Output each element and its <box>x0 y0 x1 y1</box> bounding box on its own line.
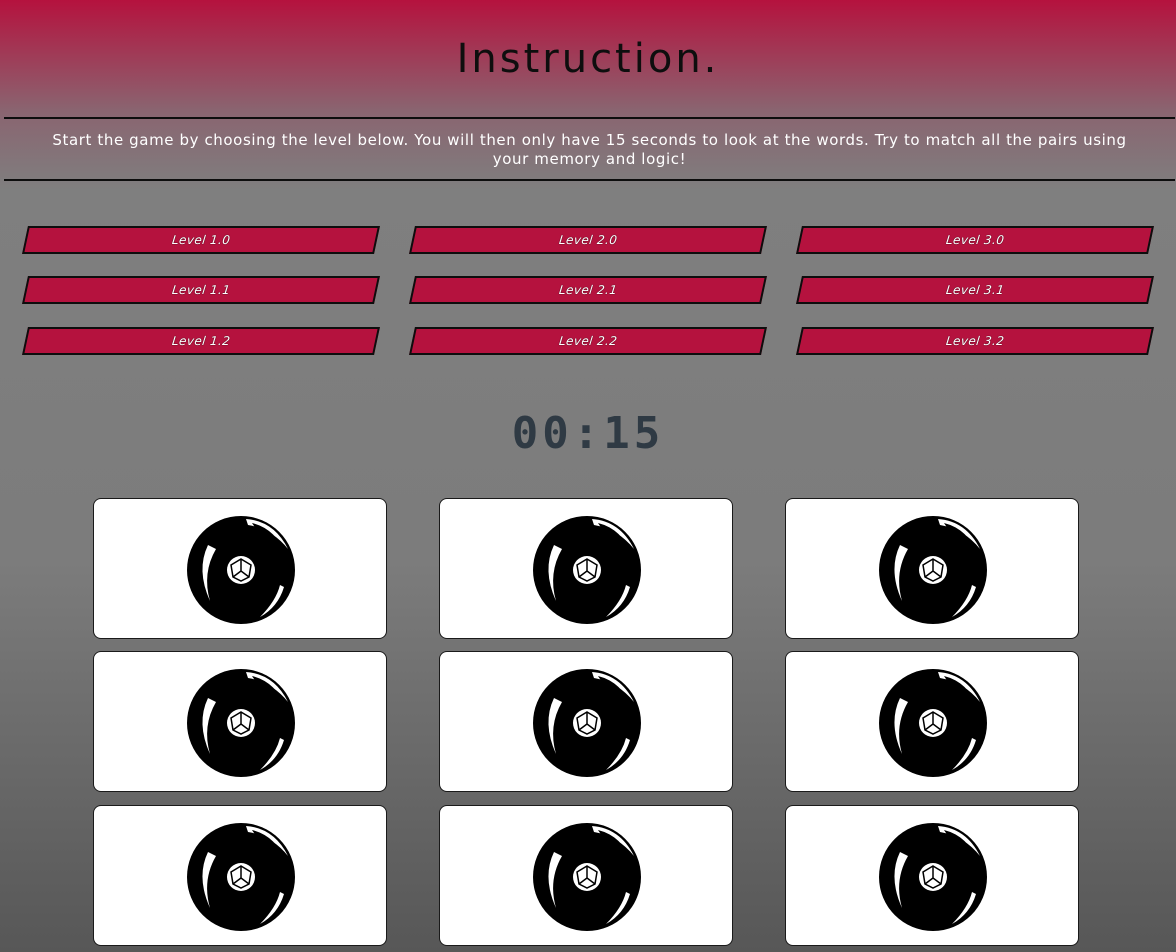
level-button-label: Level 1.1 <box>171 283 231 297</box>
memory-card[interactable] <box>93 498 387 639</box>
memory-card[interactable] <box>439 498 733 639</box>
level-button-2-2[interactable]: Level 2.2 <box>409 327 767 355</box>
card-back-emblem-icon <box>187 516 295 624</box>
memory-card[interactable] <box>439 651 733 792</box>
memory-card[interactable] <box>785 498 1079 639</box>
level-button-2-0[interactable]: Level 2.0 <box>409 226 767 254</box>
level-button-1-2[interactable]: Level 1.2 <box>22 327 380 355</box>
level-button-label: Level 3.0 <box>945 233 1005 247</box>
level-button-1-1[interactable]: Level 1.1 <box>22 276 380 304</box>
memory-card[interactable] <box>785 651 1079 792</box>
card-back-emblem-icon <box>533 669 641 777</box>
level-button-3-2[interactable]: Level 3.2 <box>796 327 1154 355</box>
level-button-1-0[interactable]: Level 1.0 <box>22 226 380 254</box>
card-back-emblem-icon <box>187 669 295 777</box>
page-title: Instruction. <box>456 36 720 82</box>
instruction-panel: Start the game by choosing the level bel… <box>4 117 1175 181</box>
level-button-3-0[interactable]: Level 3.0 <box>796 226 1154 254</box>
card-back-emblem-icon <box>187 823 295 931</box>
level-button-label: Level 1.0 <box>171 233 231 247</box>
level-button-label: Level 1.2 <box>171 334 231 348</box>
memory-card[interactable] <box>93 805 387 946</box>
card-back-emblem-icon <box>533 823 641 931</box>
instruction-text: Start the game by choosing the level bel… <box>52 131 1127 168</box>
countdown-timer: 00:15 <box>511 408 665 459</box>
card-back-emblem-icon <box>879 669 987 777</box>
memory-card[interactable] <box>439 805 733 946</box>
level-button-label: Level 2.1 <box>558 283 618 297</box>
level-button-label: Level 2.2 <box>558 334 618 348</box>
memory-card[interactable] <box>785 805 1079 946</box>
level-button-3-1[interactable]: Level 3.1 <box>796 276 1154 304</box>
level-button-label: Level 2.0 <box>558 233 618 247</box>
memory-card[interactable] <box>93 651 387 792</box>
card-back-emblem-icon <box>879 516 987 624</box>
card-back-emblem-icon <box>879 823 987 931</box>
level-button-2-1[interactable]: Level 2.1 <box>409 276 767 304</box>
level-button-label: Level 3.2 <box>945 334 1005 348</box>
card-back-emblem-icon <box>533 516 641 624</box>
level-button-label: Level 3.1 <box>945 283 1005 297</box>
